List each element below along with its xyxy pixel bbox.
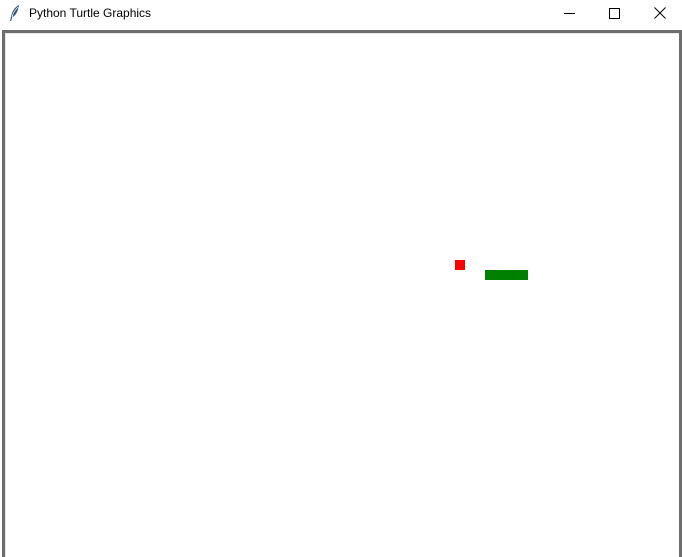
close-button[interactable]: [637, 0, 682, 26]
snake-body: [485, 270, 528, 280]
feather-icon: [8, 4, 22, 22]
turtle-window: Python Turtle Graphics: [0, 0, 682, 557]
window-title: Python Turtle Graphics: [29, 6, 152, 20]
title-bar[interactable]: Python Turtle Graphics: [0, 0, 682, 26]
game-canvas[interactable]: [6, 34, 679, 557]
minimize-button[interactable]: [547, 0, 592, 26]
close-icon: [653, 7, 666, 19]
food-square: [455, 260, 465, 270]
maximize-button[interactable]: [592, 0, 637, 26]
maximize-icon: [609, 7, 620, 19]
minimize-icon: [564, 8, 575, 19]
